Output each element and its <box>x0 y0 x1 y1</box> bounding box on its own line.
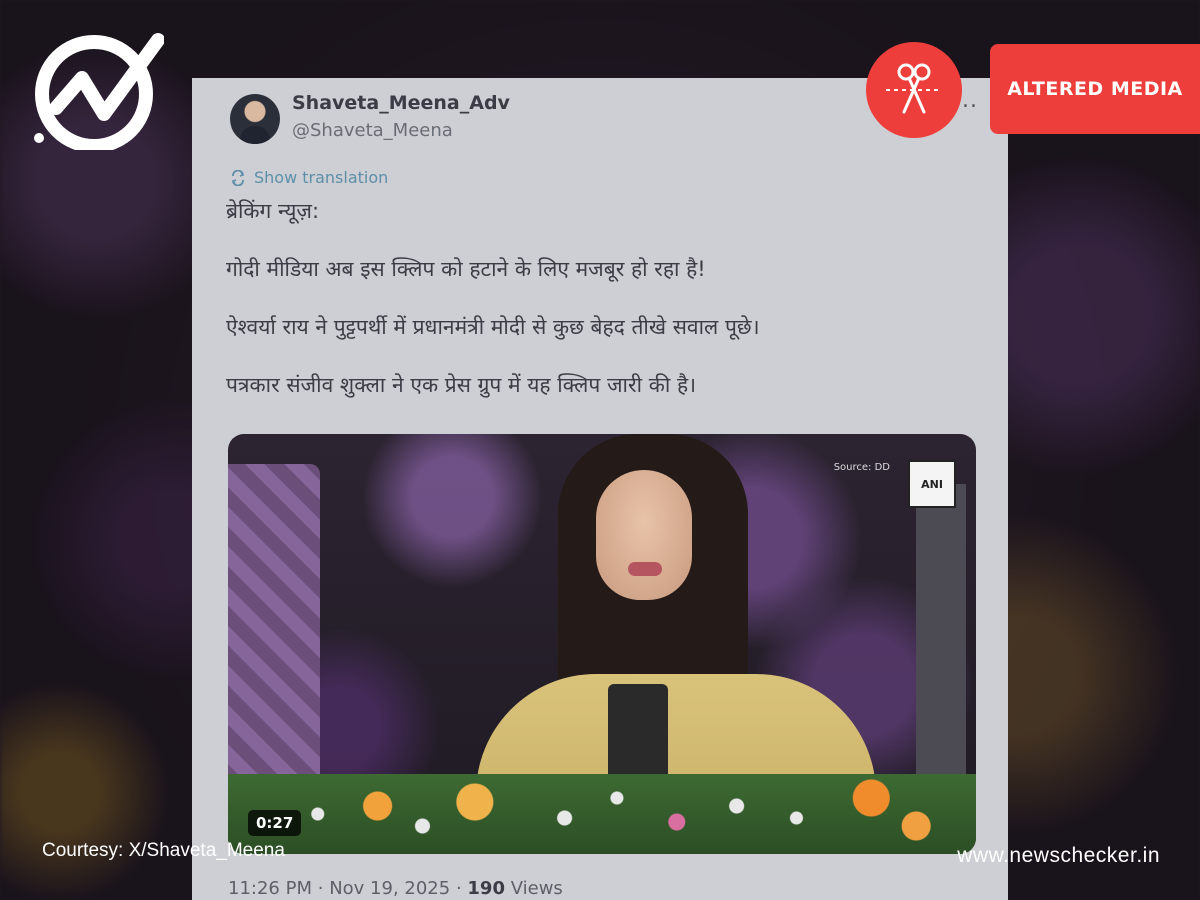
show-translation-label: Show translation <box>254 168 389 187</box>
courtesy-credit: Courtesy: X/Shaveta_Meena <box>42 840 285 861</box>
show-translation-link[interactable]: Show translation <box>230 168 388 187</box>
tweet-card: Shaveta_Meena_Adv @Shaveta_Meena ... Sho… <box>192 78 1008 900</box>
video-podium <box>916 484 966 804</box>
altered-media-label: ALTERED MEDIA <box>990 44 1200 134</box>
meta-separator: · <box>455 878 462 899</box>
tweet-paragraph: पत्रकार संजीव शुक्ला ने एक प्रेस ग्रुप म… <box>226 373 697 397</box>
user-handle[interactable]: @Shaveta_Meena <box>292 120 453 141</box>
video-player[interactable]: Source: DD ANI 0:27 <box>228 434 976 854</box>
ani-logo-icon: ANI <box>908 460 956 508</box>
tweet-paragraph: गोदी मीडिया अब इस क्लिप को हटाने के लिए … <box>226 257 706 281</box>
checkmark-logo-icon <box>34 33 164 150</box>
tweet-text: ब्रेकिंग न्यूज़: गोदी मीडिया अब इस क्लिप… <box>226 196 986 400</box>
video-flowers <box>228 774 976 854</box>
display-name[interactable]: Shaveta_Meena_Adv <box>292 92 510 114</box>
video-banner <box>228 464 320 784</box>
altered-media-badge <box>866 42 962 138</box>
scissors-icon <box>886 63 942 114</box>
video-duration: 0:27 <box>248 810 302 836</box>
tweet-meta: 11:26 PM · Nov 19, 2025 · 190 Views <box>228 878 563 899</box>
views-label: Views <box>510 878 563 899</box>
video-source-text: Source: DD <box>833 462 890 473</box>
tweet-paragraph: ऐश्वर्या राय ने पुट्टपर्थी में प्रधानमंत… <box>226 315 760 339</box>
website-url: www.newschecker.in <box>957 844 1160 867</box>
tweet-date[interactable]: Nov 19, 2025 <box>329 878 450 899</box>
translate-icon <box>231 169 245 186</box>
video-person-face <box>596 470 692 600</box>
avatar[interactable] <box>230 94 280 144</box>
meta-separator: · <box>317 878 324 899</box>
views-count: 190 <box>467 878 505 899</box>
tweet-time[interactable]: 11:26 PM <box>228 878 312 899</box>
video-person-lips <box>628 562 662 576</box>
tweet-paragraph: ब्रेकिंग न्यूज़: <box>226 199 320 223</box>
